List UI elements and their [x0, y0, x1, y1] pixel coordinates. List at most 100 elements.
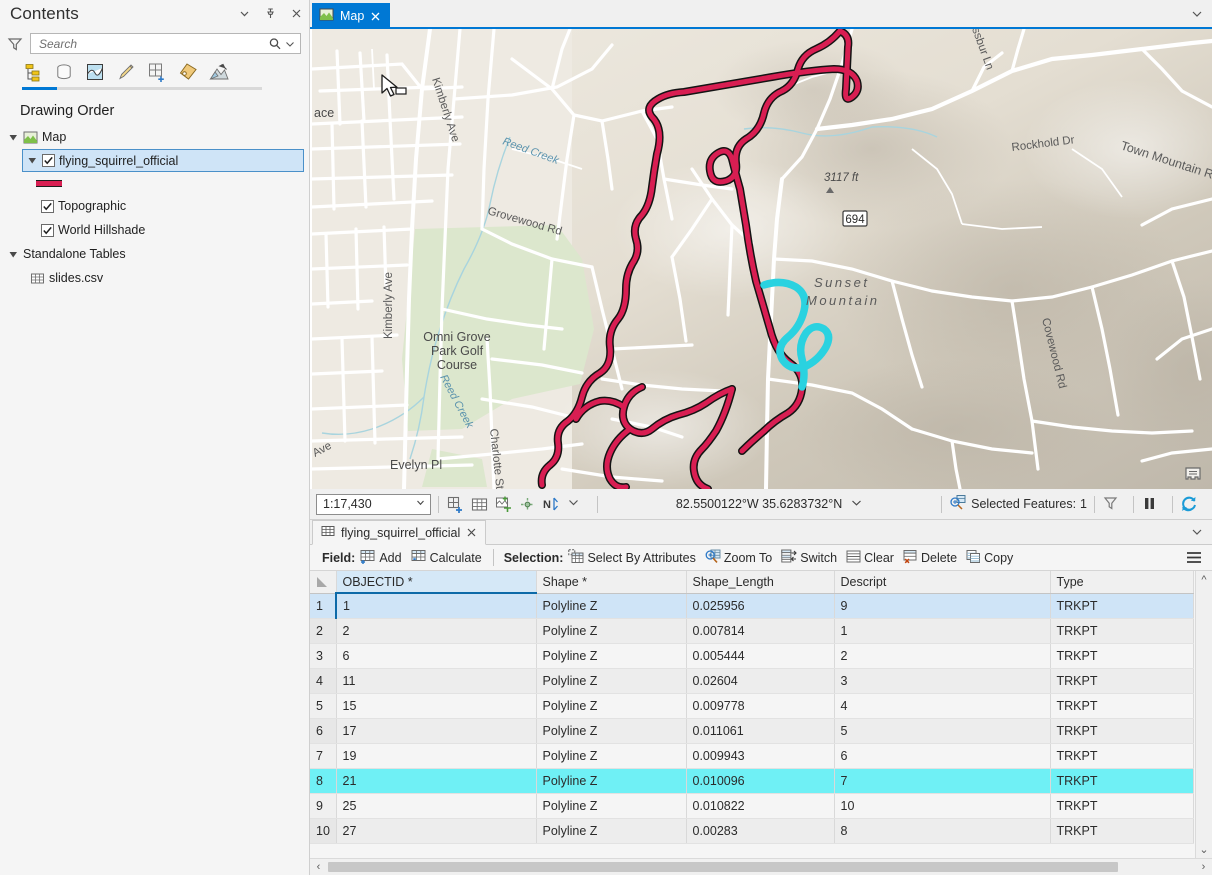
- world-hillshade-visibility-checkbox[interactable]: [41, 224, 54, 237]
- row-number[interactable]: 5: [310, 693, 336, 718]
- list-by-editing-icon[interactable]: [115, 61, 137, 83]
- chevron-down-icon[interactable]: [850, 496, 863, 512]
- cell-type[interactable]: TRKPT: [1050, 693, 1194, 718]
- cell-type[interactable]: TRKPT: [1050, 618, 1194, 643]
- cell-objectid[interactable]: 6: [336, 643, 536, 668]
- search-box[interactable]: [30, 33, 301, 54]
- list-by-labeling-icon[interactable]: [177, 61, 199, 83]
- select-by-attributes-button[interactable]: Select By Attributes: [568, 549, 695, 567]
- cell-descript[interactable]: 6: [834, 743, 1050, 768]
- transparency-icon[interactable]: [518, 495, 537, 514]
- clear-selection-button[interactable]: Clear: [846, 549, 894, 567]
- row-number[interactable]: 3: [310, 643, 336, 668]
- cell-objectid[interactable]: 25: [336, 793, 536, 818]
- cell-shape-length[interactable]: 0.009943: [686, 743, 834, 768]
- column-header-objectid[interactable]: OBJECTID *: [336, 571, 536, 593]
- row-number[interactable]: 10: [310, 818, 336, 843]
- close-icon[interactable]: [289, 6, 303, 20]
- toc-item-standalone-tables[interactable]: Standalone Tables: [0, 242, 309, 266]
- cell-shape[interactable]: Polyline Z: [536, 818, 686, 843]
- cell-shape[interactable]: Polyline Z: [536, 693, 686, 718]
- close-icon[interactable]: [370, 11, 381, 22]
- hscroll-thumb[interactable]: [328, 862, 1118, 872]
- cell-objectid[interactable]: 2: [336, 618, 536, 643]
- chevron-down-icon[interactable]: [237, 6, 251, 20]
- layer-symbol-swatch[interactable]: [36, 180, 62, 187]
- cell-descript[interactable]: 7: [834, 768, 1050, 793]
- cell-type[interactable]: TRKPT: [1050, 668, 1194, 693]
- cell-shape-length[interactable]: 0.007814: [686, 618, 834, 643]
- toc-item-map[interactable]: Map: [0, 125, 309, 149]
- toc-item-world-hillshade[interactable]: World Hillshade: [0, 218, 309, 242]
- row-number[interactable]: 4: [310, 668, 336, 693]
- cell-descript[interactable]: 5: [834, 718, 1050, 743]
- table-row[interactable]: 10 27 Polyline Z 0.00283 8 TRKPT: [310, 818, 1194, 843]
- list-by-data-source-icon[interactable]: [53, 61, 75, 83]
- cell-descript[interactable]: 1: [834, 618, 1050, 643]
- table-row[interactable]: 7 19 Polyline Z 0.009943 6 TRKPT: [310, 743, 1194, 768]
- cell-descript[interactable]: 4: [834, 693, 1050, 718]
- cell-shape-length[interactable]: 0.010096: [686, 768, 834, 793]
- map-canvas[interactable]: ace Kimberly Ave Reed Creek Grovewood Rd: [312, 29, 1212, 489]
- table-row[interactable]: 4 11 Polyline Z 0.02604 3 TRKPT: [310, 668, 1194, 693]
- grid-icon[interactable]: [470, 495, 489, 514]
- table-vertical-scrollbar[interactable]: ^ ⌄: [1195, 571, 1212, 859]
- bookmarks-icon[interactable]: [494, 495, 513, 514]
- calculate-field-button[interactable]: Calculate: [411, 549, 482, 567]
- cell-objectid[interactable]: 1: [336, 593, 536, 618]
- cell-shape-length[interactable]: 0.009778: [686, 693, 834, 718]
- scroll-down-arrow-icon[interactable]: ⌄: [1199, 843, 1210, 856]
- map-attribution-icon[interactable]: [1182, 465, 1204, 483]
- expander-icon[interactable]: [8, 132, 19, 143]
- cell-shape[interactable]: Polyline Z: [536, 618, 686, 643]
- layer-visibility-checkbox[interactable]: [42, 154, 55, 167]
- cell-type[interactable]: TRKPT: [1050, 793, 1194, 818]
- cell-type[interactable]: TRKPT: [1050, 643, 1194, 668]
- cell-objectid[interactable]: 27: [336, 818, 536, 843]
- tab-map[interactable]: Map: [312, 3, 390, 29]
- table-row-selected[interactable]: 8 21 Polyline Z 0.010096 7 TRKPT: [310, 768, 1194, 793]
- cell-shape[interactable]: Polyline Z: [536, 768, 686, 793]
- table-row[interactable]: 2 2 Polyline Z 0.007814 1 TRKPT: [310, 618, 1194, 643]
- cell-shape[interactable]: Polyline Z: [536, 718, 686, 743]
- chevron-down-icon[interactable]: [415, 497, 426, 511]
- filter-icon[interactable]: [1102, 495, 1121, 514]
- pin-icon[interactable]: [263, 6, 277, 20]
- list-by-diagram-icon[interactable]: [208, 61, 230, 83]
- north-arrow-icon[interactable]: N: [542, 495, 561, 514]
- tab-flying-squirrel-official-table[interactable]: flying_squirrel_official: [312, 520, 486, 545]
- delete-selection-button[interactable]: Delete: [903, 549, 957, 567]
- cell-type[interactable]: TRKPT: [1050, 818, 1194, 843]
- cell-shape[interactable]: Polyline Z: [536, 668, 686, 693]
- table-row[interactable]: 6 17 Polyline Z 0.011061 5 TRKPT: [310, 718, 1194, 743]
- cell-objectid[interactable]: 21: [336, 768, 536, 793]
- column-header-shape[interactable]: Shape *: [536, 571, 686, 593]
- column-header-shape-length[interactable]: Shape_Length: [686, 571, 834, 593]
- cell-descript[interactable]: 8: [834, 818, 1050, 843]
- column-header-descript[interactable]: Descript: [834, 571, 1050, 593]
- search-input[interactable]: [37, 36, 267, 52]
- table-row[interactable]: 3 6 Polyline Z 0.005444 2 TRKPT: [310, 643, 1194, 668]
- row-number-header[interactable]: [310, 571, 336, 593]
- scroll-up-arrow-icon[interactable]: ^: [1199, 574, 1210, 586]
- table-row[interactable]: 9 25 Polyline Z 0.010822 10 TRKPT: [310, 793, 1194, 818]
- cell-type[interactable]: TRKPT: [1050, 593, 1194, 618]
- cell-type[interactable]: TRKPT: [1050, 743, 1194, 768]
- switch-selection-button[interactable]: Switch: [781, 549, 837, 567]
- cell-objectid[interactable]: 19: [336, 743, 536, 768]
- selected-features-status[interactable]: Selected Features: 1: [949, 494, 1087, 514]
- cell-type[interactable]: TRKPT: [1050, 768, 1194, 793]
- cell-shape[interactable]: Polyline Z: [536, 643, 686, 668]
- table-row[interactable]: 5 15 Polyline Z 0.009778 4 TRKPT: [310, 693, 1194, 718]
- cell-shape[interactable]: Polyline Z: [536, 793, 686, 818]
- cell-descript[interactable]: 2: [834, 643, 1050, 668]
- attribute-grid[interactable]: OBJECTID * Shape * Shape_Length Descript…: [310, 571, 1212, 859]
- scroll-right-arrow-icon[interactable]: ›: [1198, 861, 1209, 873]
- hamburger-menu-icon[interactable]: [1185, 550, 1203, 568]
- list-by-snapping-icon[interactable]: [146, 61, 168, 83]
- map-scale-combo[interactable]: 1:17,430: [316, 494, 431, 515]
- toc-item-flying-squirrel-official[interactable]: flying_squirrel_official: [22, 149, 304, 172]
- cell-objectid[interactable]: 15: [336, 693, 536, 718]
- table-row[interactable]: 1 1 Polyline Z 0.025956 9 TRKPT: [310, 593, 1194, 618]
- cell-shape-length[interactable]: 0.005444: [686, 643, 834, 668]
